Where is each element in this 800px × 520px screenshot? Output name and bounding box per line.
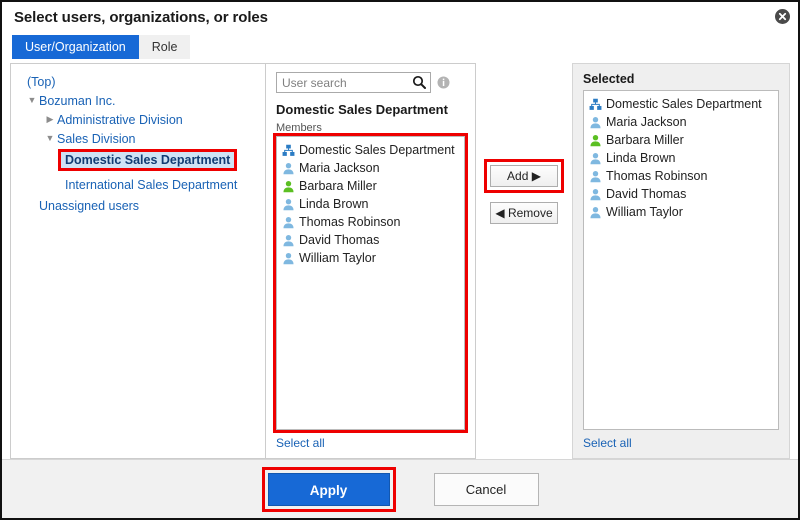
tabbar: User/Organization Role <box>2 32 798 59</box>
list-item-label: Linda Brown <box>299 197 369 211</box>
dialog-titlebar: Select users, organizations, or roles <box>2 2 798 32</box>
list-item-label: Domestic Sales Department <box>299 143 455 157</box>
transfer-button-column: Add ▶ ◀ Remove <box>476 63 572 459</box>
members-panel: Domestic Sales Department Members Domest… <box>266 63 476 459</box>
tab-role[interactable]: Role <box>138 35 191 59</box>
search-input[interactable] <box>277 73 409 92</box>
list-item[interactable]: William Taylor <box>282 249 460 267</box>
tree-item-international-sales-department[interactable]: International Sales Department <box>65 178 237 192</box>
tree-row-selected: Domestic Sales Department <box>19 148 259 172</box>
list-item-label: David Thomas <box>299 233 380 247</box>
list-item[interactable]: Linda Brown <box>589 149 774 167</box>
list-item-label: Thomas Robinson <box>606 169 708 183</box>
tree-row: ▼ Sales Division <box>19 129 259 148</box>
list-item-label: Barbara Miller <box>299 179 377 193</box>
user-icon <box>283 162 294 174</box>
selected-listbox[interactable]: Domestic Sales Department Maria Jackson … <box>583 90 779 430</box>
chevron-down-icon[interactable]: ▼ <box>25 91 39 110</box>
select-all-selected-link[interactable]: Select all <box>583 436 779 450</box>
list-item[interactable]: Linda Brown <box>282 195 460 213</box>
tree-item-unassigned-users[interactable]: Unassigned users <box>39 199 139 213</box>
members-listbox[interactable]: Domestic Sales Department Maria Jackson … <box>273 133 468 433</box>
tree-row: ▶ Administrative Division <box>19 110 259 129</box>
selected-heading: Selected <box>583 72 635 86</box>
cancel-button[interactable]: Cancel <box>433 472 539 506</box>
list-item[interactable]: Thomas Robinson <box>282 213 460 231</box>
tree-item-top[interactable]: (Top) <box>27 75 55 89</box>
search-row <box>276 72 465 93</box>
list-item-label: William Taylor <box>299 251 376 265</box>
apply-button-highlight: Apply <box>261 466 396 512</box>
tree-item-domestic-sales-department[interactable]: Domestic Sales Department <box>57 149 238 171</box>
list-item[interactable]: Barbara Miller <box>589 131 774 149</box>
tree-row: ▼ Bozuman Inc. <box>19 91 259 110</box>
members-heading: Domestic Sales Department <box>276 102 448 117</box>
chevron-right-icon[interactable]: ▶ <box>43 110 57 129</box>
user-icon <box>590 206 601 218</box>
tree-row: International Sales Department <box>19 175 259 194</box>
info-icon[interactable] <box>437 76 450 89</box>
list-item-label: David Thomas <box>606 187 687 201</box>
tree-item-sales-division[interactable]: Sales Division <box>57 132 136 146</box>
list-item-label: Maria Jackson <box>606 115 687 129</box>
chevron-down-icon[interactable]: ▼ <box>43 129 57 148</box>
search-box[interactable] <box>276 72 431 93</box>
tree-item-bozuman-inc[interactable]: Bozuman Inc. <box>39 94 115 108</box>
user-icon <box>590 170 601 182</box>
user-icon <box>590 116 601 128</box>
list-item[interactable]: Thomas Robinson <box>589 167 774 185</box>
tree-item-administrative-division[interactable]: Administrative Division <box>57 113 183 127</box>
list-item-label: William Taylor <box>606 205 683 219</box>
list-item[interactable]: David Thomas <box>282 231 460 249</box>
page-title: Select users, organizations, or roles <box>14 8 268 26</box>
organization-tree-panel: (Top) ▼ Bozuman Inc. ▶ Administrative Di… <box>10 63 266 459</box>
list-item[interactable]: Maria Jackson <box>589 113 774 131</box>
organization-icon <box>282 144 295 156</box>
list-item[interactable]: David Thomas <box>589 185 774 203</box>
list-item-label: Thomas Robinson <box>299 215 401 229</box>
user-icon <box>283 234 294 246</box>
user-icon <box>283 198 294 210</box>
user-icon <box>283 216 294 228</box>
add-button[interactable]: Add ▶ <box>490 165 558 187</box>
organization-icon <box>589 98 602 110</box>
tree-row: Unassigned users <box>19 196 259 215</box>
select-users-dialog: Select users, organizations, or roles Us… <box>0 0 800 520</box>
tab-user-organization[interactable]: User/Organization <box>12 35 139 59</box>
dialog-footer: Apply Cancel <box>2 459 798 518</box>
user-icon <box>590 134 601 146</box>
add-button-highlight: Add ▶ <box>484 159 564 193</box>
list-item[interactable]: William Taylor <box>589 203 774 221</box>
apply-button[interactable]: Apply <box>267 472 390 506</box>
list-item-label: Linda Brown <box>606 151 676 165</box>
user-icon <box>590 152 601 164</box>
list-item[interactable]: Barbara Miller <box>282 177 460 195</box>
list-item[interactable]: Maria Jackson <box>282 159 460 177</box>
list-item[interactable]: Domestic Sales Department <box>282 141 460 159</box>
list-item[interactable]: Domestic Sales Department <box>589 95 774 113</box>
user-icon <box>283 180 294 192</box>
members-sublabel: Members <box>276 122 322 134</box>
list-item-label: Domestic Sales Department <box>606 97 762 111</box>
user-icon <box>590 188 601 200</box>
close-icon[interactable] <box>775 9 790 24</box>
list-item-label: Maria Jackson <box>299 161 380 175</box>
dialog-body: (Top) ▼ Bozuman Inc. ▶ Administrative Di… <box>2 59 798 459</box>
user-icon <box>283 252 294 264</box>
select-all-members-link[interactable]: Select all <box>276 436 465 450</box>
tree-row-top: (Top) <box>19 72 259 91</box>
selected-panel: Selected Domestic Sales Department Maria… <box>572 63 790 459</box>
search-icon[interactable] <box>412 75 426 92</box>
remove-button[interactable]: ◀ Remove <box>490 202 558 224</box>
list-item-label: Barbara Miller <box>606 133 684 147</box>
